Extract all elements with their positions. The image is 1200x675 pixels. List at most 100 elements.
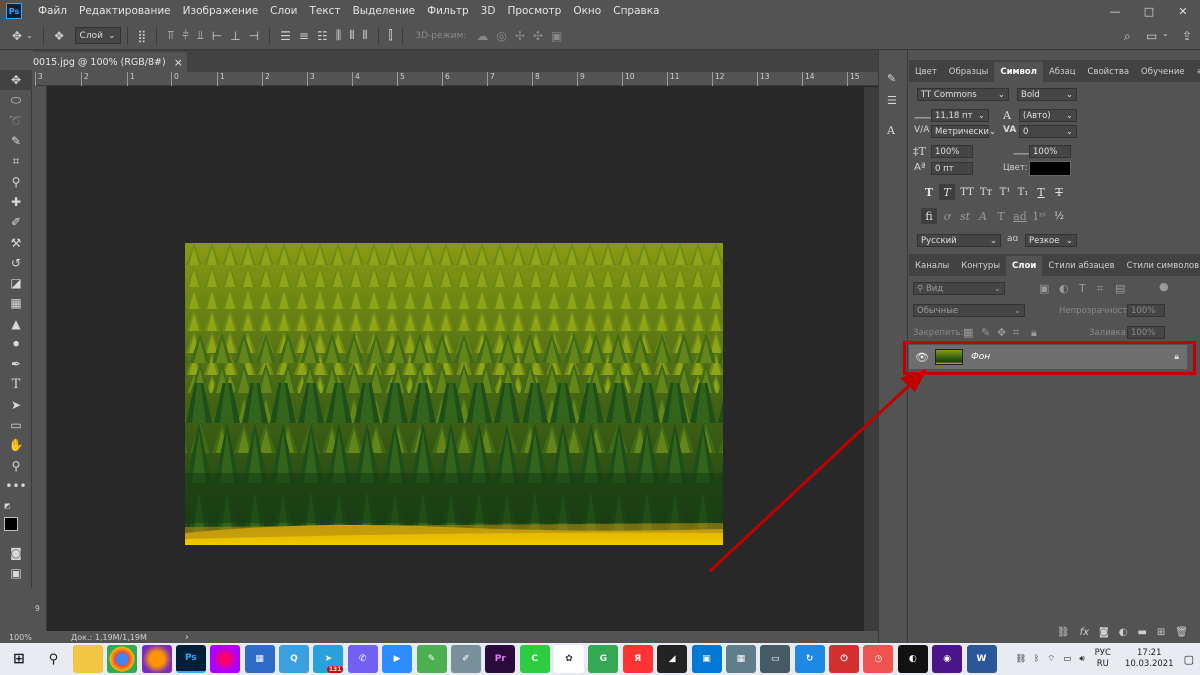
faux-italic-icon[interactable]: T (939, 184, 955, 200)
tab-paragraph[interactable]: Абзац (1043, 62, 1082, 82)
quicktime-icon[interactable]: Q (279, 645, 309, 673)
sheets-icon[interactable]: ✎ (416, 645, 447, 673)
people-icon[interactable]: ⛓︎ (1015, 654, 1026, 664)
filter-smart-object-icon[interactable]: ▤ (1115, 282, 1125, 295)
text-color-swatch[interactable] (1029, 161, 1071, 176)
font-size-field[interactable]: 11,18 пт ⌄ (931, 109, 989, 122)
dark-app-icon[interactable]: ◐ (897, 645, 928, 673)
foreground-color-swatch[interactable] (4, 516, 18, 531)
fill-field[interactable]: 100% (1127, 326, 1165, 339)
align-right-icon[interactable]: ⊣ (249, 29, 259, 43)
auto-select-icon[interactable]: ❖ (54, 29, 65, 43)
google-icon[interactable]: G (588, 645, 619, 673)
printer-icon[interactable]: ▭ (760, 645, 791, 673)
faux-bold-icon[interactable]: T (921, 184, 937, 200)
battery-icon[interactable]: ▭ (1063, 654, 1071, 664)
calculator-icon[interactable]: ▦ (725, 645, 756, 673)
3d-slide-icon[interactable]: ✣ (533, 29, 543, 43)
move-tool-icon[interactable]: ✥ (12, 29, 22, 43)
opacity-field[interactable]: 100% (1127, 304, 1165, 317)
healing-brush-tool-icon[interactable]: ✚ (0, 192, 32, 212)
yandex-browser-icon[interactable]: Я (622, 645, 653, 673)
tab-swatches[interactable]: Образцы (943, 62, 995, 82)
pen-tool-icon[interactable]: ✒ (0, 354, 32, 374)
crop-tool-icon[interactable]: ⌗ (0, 151, 32, 171)
workspace-icon[interactable]: ▭ (1146, 29, 1157, 43)
layer-name[interactable]: Фон (971, 352, 990, 362)
distribute-vcenter-icon[interactable]: ≡ (299, 29, 309, 43)
layer-style-fx-icon[interactable]: fx (1080, 627, 1089, 638)
3d-pan-icon[interactable]: ✢ (515, 29, 525, 43)
brush-settings-icon[interactable]: ✎ (887, 72, 896, 85)
kerning-dropdown[interactable]: Метрически ⌄ (931, 125, 996, 138)
stylistic-alternates-icon[interactable]: A (975, 208, 991, 224)
viber-icon[interactable]: ✆ (347, 645, 378, 673)
tab-color[interactable]: Цвет (909, 62, 943, 82)
align-vcenter-icon[interactable]: ⫩ (182, 28, 189, 43)
old-style-icon[interactable]: ơ (939, 208, 955, 224)
font-family-dropdown[interactable]: TT Commons ⌄ (917, 88, 1009, 101)
layer-lock-icon[interactable]: 🔒︎ (1174, 352, 1179, 362)
filter-type-icon[interactable]: T (1079, 282, 1086, 295)
sync-icon[interactable]: ↻ (794, 645, 825, 673)
paint-icon[interactable]: ✿ (554, 645, 584, 673)
wifi-icon[interactable]: ⌔ (1047, 654, 1055, 664)
eye-visibility-icon[interactable]: 👁︎ (909, 351, 935, 364)
font-style-dropdown[interactable]: Bold ⌄ (1017, 88, 1077, 101)
document-tab[interactable]: 0015.jpg @ 100% (RGB/8#) × (33, 52, 187, 72)
zoom-level[interactable]: 100% (9, 633, 69, 642)
volume-icon[interactable]: 🔊︎ (1079, 654, 1084, 664)
quick-select-tool-icon[interactable]: ✎ (0, 131, 32, 151)
obs-icon[interactable]: ◉ (932, 645, 963, 673)
windows-start-icon[interactable]: ⊞ (4, 645, 34, 673)
distribute-right-icon[interactable]: ⫴ (363, 28, 368, 43)
strikethrough-icon[interactable]: T (1051, 184, 1067, 200)
superscript-icon[interactable]: T¹ (997, 184, 1013, 200)
language-indicator[interactable]: РУС RU (1095, 648, 1111, 670)
menu-filter[interactable]: Фильтр (421, 5, 475, 17)
horizontal-ruler[interactable]: 3 2 1 0 1 2 3 4 5 6 7 8 9 10 11 12 13 14… (33, 72, 878, 86)
filter-adjustment-icon[interactable]: ◐ (1059, 282, 1069, 295)
distribute-hcenter-icon[interactable]: ⦀ (349, 28, 354, 43)
firefox-icon[interactable] (141, 645, 172, 673)
lock-image-icon[interactable]: ✎ (981, 326, 990, 339)
tracking-dropdown[interactable]: 0 ⌄ (1019, 125, 1077, 138)
ligatures-icon[interactable]: ﬁ (921, 208, 937, 224)
align-top-icon[interactable]: ⫪ (167, 28, 174, 43)
layer-row-background[interactable]: 👁︎ Фон 🔒︎ (909, 345, 1187, 369)
panel-menu-icon[interactable]: ≡ (1191, 62, 1200, 82)
tab-properties[interactable]: Свойства (1082, 62, 1136, 82)
all-caps-icon[interactable]: TT (957, 184, 977, 200)
notifications-icon[interactable]: ▢ (1184, 653, 1194, 666)
status-menu-arrow[interactable]: › (185, 632, 189, 643)
pen-app-icon[interactable]: ✐ (450, 645, 481, 673)
canvas-pasteboard[interactable] (48, 87, 864, 631)
distribute-top-icon[interactable]: ☰ (280, 29, 291, 43)
contextual-alternates-icon[interactable]: ad (1011, 208, 1029, 224)
small-caps-icon[interactable]: Tт (977, 184, 995, 200)
tab-paths[interactable]: Контуры (955, 256, 1006, 276)
tab-learn[interactable]: Обучение (1135, 62, 1191, 82)
menu-3d[interactable]: 3D (475, 5, 502, 17)
new-layer-icon[interactable]: ⊞ (1157, 627, 1165, 638)
tab-character-styles[interactable]: Стили символов (1121, 256, 1200, 276)
type-tool-icon[interactable]: T (0, 374, 32, 394)
vertical-scale-field[interactable]: 100% (931, 145, 973, 158)
zoom-icon[interactable]: ▶ (382, 645, 413, 673)
minimize-button[interactable]: — (1098, 0, 1132, 22)
edit-toolbar-icon[interactable]: ••• (0, 476, 32, 496)
subscript-icon[interactable]: T₁ (1015, 184, 1031, 200)
chrome-icon[interactable] (107, 645, 138, 673)
menu-image[interactable]: Изображение (177, 5, 265, 17)
menu-select[interactable]: Выделение (347, 5, 422, 17)
eraser-tool-icon[interactable]: ◪ (0, 273, 32, 293)
close-tab-icon[interactable]: × (174, 56, 183, 69)
filter-pixel-icon[interactable]: ▣ (1039, 282, 1049, 295)
auto-select-dropdown[interactable]: Слой ⌄ (74, 27, 121, 44)
fractions-icon[interactable]: ½ (1051, 208, 1067, 224)
align-left-icon[interactable]: ⊢ (212, 29, 222, 43)
layer-filter-dropdown[interactable]: ⚲ Вид ⌄ (913, 282, 1005, 295)
adjustment-layer-icon[interactable]: ◐ (1119, 627, 1128, 638)
word-icon[interactable]: W (966, 645, 997, 673)
link-layers-icon[interactable]: ⛓︎ (1057, 627, 1070, 638)
